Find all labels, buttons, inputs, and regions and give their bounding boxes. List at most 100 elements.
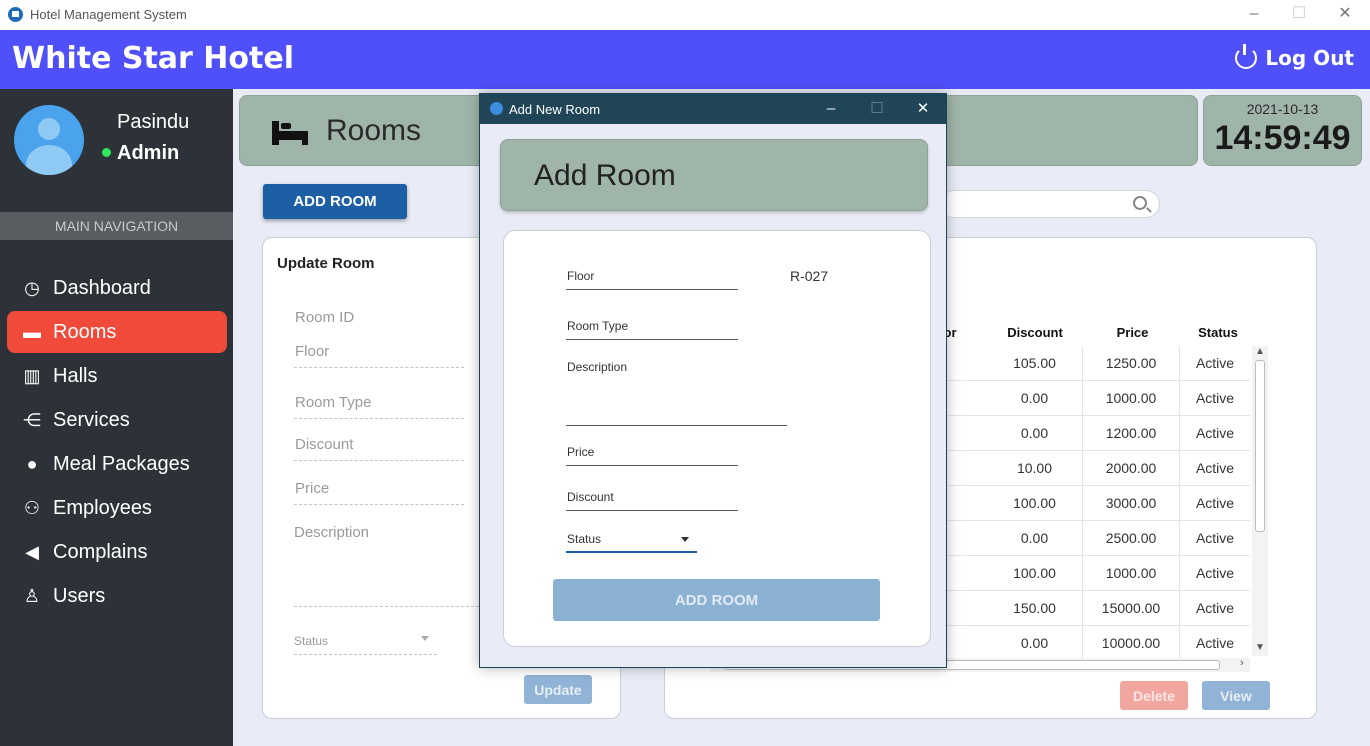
discount-cell: 10.00 — [987, 451, 1083, 486]
room-id-value: R-027 — [790, 268, 829, 284]
description-underline — [566, 425, 787, 426]
maximize-icon[interactable]: ☐ — [867, 99, 887, 119]
os-title-bar: Hotel Management System – ☐ ✕ — [0, 0, 1370, 30]
discount-cell: 150.00 — [987, 591, 1083, 626]
app-icon — [490, 102, 503, 115]
dialog-header-card: Add Room — [500, 139, 928, 211]
price-field[interactable]: Price — [295, 480, 329, 497]
update-room-title: Update Room — [277, 255, 375, 272]
page-title: Rooms — [326, 114, 422, 147]
price-cell: 2000.00 — [1083, 451, 1180, 486]
app-header: White Star Hotel Log Out — [0, 30, 1370, 89]
hotel-name: White Star Hotel — [12, 41, 294, 76]
sidebar-item-label: Users — [53, 584, 106, 607]
meal-icon: ● — [26, 453, 38, 474]
app-icon — [8, 7, 23, 22]
scroll-right-icon[interactable]: › — [1240, 657, 1244, 669]
chevron-down-icon[interactable] — [681, 537, 689, 542]
discount-field[interactable]: Discount — [295, 436, 353, 453]
dialog-title-bar: Add New Room – ☐ ✕ — [480, 94, 946, 124]
sidebar-item-label: Complains — [53, 540, 148, 563]
price-underline — [566, 465, 738, 466]
floor-input[interactable]: Floor — [567, 269, 594, 283]
discount-cell: 100.00 — [987, 556, 1083, 591]
description-input[interactable]: Description — [567, 360, 627, 374]
users-icon: ♙ — [23, 585, 41, 606]
megaphone-icon: ◀ — [25, 541, 39, 562]
floor-field[interactable]: Floor — [295, 343, 329, 360]
status-underline — [294, 654, 437, 655]
sidebar-item-meal-packages[interactable]: ● Meal Packages — [7, 443, 227, 485]
update-button[interactable]: Update — [524, 675, 592, 704]
halls-icon: ▥ — [23, 365, 41, 386]
floor-underline — [566, 289, 738, 290]
sidebar-item-label: Dashboard — [53, 276, 151, 299]
dialog-header-title: Add Room — [534, 159, 676, 192]
sidebar-item-rooms[interactable]: ▬ Rooms — [7, 311, 227, 353]
sidebar-item-dashboard[interactable]: ◷ Dashboard — [7, 267, 227, 309]
sidebar-item-halls[interactable]: ▥ Halls — [7, 355, 227, 397]
datetime-card: 2021-10-13 14:59:49 — [1203, 95, 1362, 166]
status-cell: Active — [1195, 425, 1235, 441]
scrollbar-thumb[interactable] — [1255, 360, 1265, 532]
add-room-button[interactable]: ADD ROOM — [263, 184, 407, 219]
services-icon: ⋲ — [23, 409, 41, 430]
sidebar-item-users[interactable]: ♙ Users — [7, 575, 227, 617]
minimize-icon[interactable]: – — [821, 99, 841, 119]
status-select[interactable]: Status — [567, 532, 601, 546]
room-type-field[interactable]: Room Type — [295, 394, 371, 411]
vertical-scrollbar[interactable]: ▲ ▼ — [1252, 346, 1268, 656]
sidebar-item-complains[interactable]: ◀ Complains — [7, 531, 227, 573]
column-header[interactable]: Price — [1085, 325, 1180, 340]
sidebar-item-label: Meal Packages — [53, 452, 190, 475]
window-title: Hotel Management System — [30, 7, 187, 22]
logout-button[interactable]: Log Out — [1235, 44, 1354, 70]
nav-section-title: MAIN NAVIGATION — [0, 212, 233, 240]
price-underline — [294, 504, 464, 505]
column-header[interactable]: Discount — [990, 325, 1080, 340]
price-cell: 1000.00 — [1083, 556, 1180, 591]
close-icon[interactable]: ✕ — [1335, 4, 1355, 24]
description-underline — [294, 606, 484, 607]
minimize-icon[interactable]: – — [1244, 4, 1264, 24]
status-cell: Active — [1195, 495, 1235, 511]
search-input[interactable] — [940, 190, 1160, 218]
discount-cell: 105.00 — [987, 346, 1083, 381]
search-icon[interactable] — [1133, 196, 1147, 210]
sidebar-item-label: Halls — [53, 364, 98, 387]
room-id-field[interactable]: Room ID — [295, 309, 354, 326]
add-room-form: Floor R-027 Room Type Description Price … — [503, 230, 931, 647]
room-type-underline — [566, 339, 738, 340]
discount-input[interactable]: Discount — [567, 490, 614, 504]
column-header[interactable]: Status — [1183, 325, 1253, 340]
discount-cell: 0.00 — [987, 521, 1083, 556]
bed-icon — [272, 121, 308, 145]
sidebar-item-label: Rooms — [53, 320, 117, 343]
view-button[interactable]: View — [1202, 681, 1270, 710]
status-cell: Active — [1195, 635, 1235, 651]
sidebar: Pasindu Admin MAIN NAVIGATION ◷ Dashboard… — [0, 89, 233, 746]
close-icon[interactable]: ✕ — [913, 99, 933, 119]
status-select[interactable]: Status — [294, 634, 328, 648]
power-icon — [1235, 44, 1258, 69]
scroll-down-icon[interactable]: ▼ — [1255, 642, 1265, 653]
chevron-down-icon[interactable] — [421, 636, 429, 641]
price-input[interactable]: Price — [567, 445, 594, 459]
sidebar-item-employees[interactable]: ⚇ Employees — [7, 487, 227, 529]
discount-underline — [294, 460, 464, 461]
room-type-input[interactable]: Room Type — [567, 319, 628, 333]
add-room-submit-button[interactable]: ADD ROOM — [553, 579, 880, 621]
price-cell: 1200.00 — [1083, 416, 1180, 451]
floor-underline — [294, 367, 464, 368]
status-cell: Active — [1195, 460, 1235, 476]
maximize-icon[interactable]: ☐ — [1289, 4, 1309, 24]
scroll-up-icon[interactable]: ▲ — [1255, 346, 1265, 357]
user-name: Pasindu — [117, 111, 190, 133]
delete-button[interactable]: Delete — [1120, 681, 1188, 710]
price-cell: 3000.00 — [1083, 486, 1180, 521]
dashboard-icon: ◷ — [24, 277, 40, 298]
price-cell: 2500.00 — [1083, 521, 1180, 556]
discount-cell: 0.00 — [987, 416, 1083, 451]
description-field[interactable]: Description — [294, 524, 369, 541]
sidebar-item-services[interactable]: ⋲ Services — [7, 399, 227, 441]
